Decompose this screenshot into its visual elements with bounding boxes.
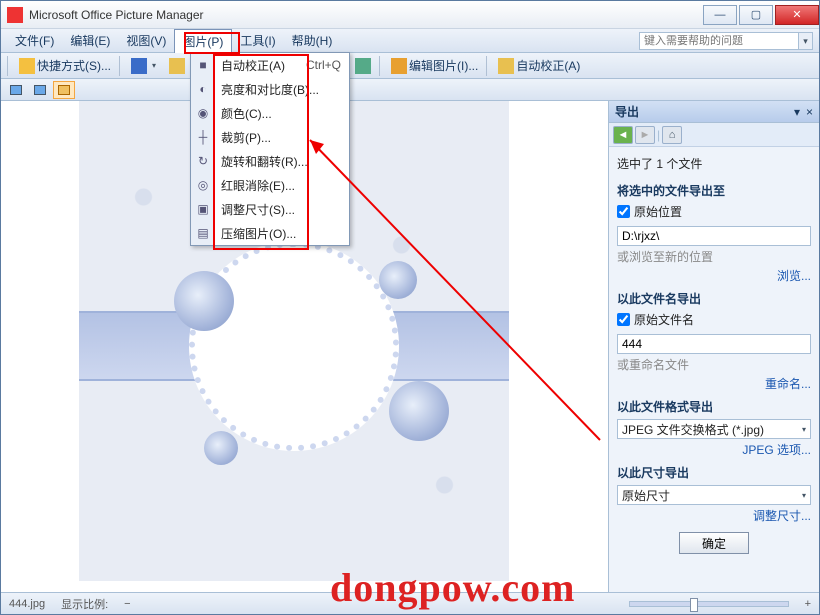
menu-item-icon: ▣ — [191, 197, 215, 221]
shortcut-icon — [19, 58, 35, 74]
view-thumbnail-button[interactable] — [5, 81, 27, 99]
auto-correct-icon — [498, 58, 514, 74]
help-search-dropdown[interactable]: ▾ — [799, 32, 813, 50]
rename-label: 或重命名文件 — [617, 356, 811, 373]
menu-item-icon: ┼ — [191, 125, 215, 149]
rotate-right-icon — [355, 58, 371, 74]
annotation-box-dropdown — [213, 54, 309, 250]
ok-button[interactable]: 确定 — [679, 532, 749, 554]
format-sec-label: 以此文件格式导出 — [617, 398, 811, 415]
toolbar: 快捷方式(S)... ▾ %▾ 编辑图片(I)... 自动校正(A) — [1, 53, 819, 79]
save-icon — [131, 58, 147, 74]
panel-nav: ◄ ► | ⌂ — [609, 123, 819, 147]
app-icon — [7, 7, 23, 23]
edit-picture-icon — [391, 58, 407, 74]
close-button[interactable]: ✕ — [775, 5, 819, 25]
menu-item-icon: ◐ — [191, 77, 215, 101]
auto-correct-button[interactable]: 自动校正(A) — [494, 56, 584, 76]
browse-new-label: 或浏览至新的位置 — [617, 248, 811, 265]
menu-edit[interactable]: 编辑(E) — [62, 29, 118, 52]
help-search[interactable]: ▾ — [639, 32, 813, 50]
menu-item-icon: ◉ — [191, 101, 215, 125]
help-search-input[interactable] — [639, 32, 799, 50]
save-button[interactable]: ▾ — [127, 56, 163, 76]
size-value: 原始尺寸 — [622, 487, 670, 504]
orig-location-checkbox[interactable]: 原始位置 — [617, 203, 811, 220]
statusbar: 444.jpg 显示比例: − + — [1, 592, 819, 614]
panel-dropdown[interactable]: ▾ — [794, 105, 800, 119]
menu-help[interactable]: 帮助(H) — [284, 29, 341, 52]
filename-sec-label: 以此文件名导出 — [617, 290, 811, 307]
menu-file[interactable]: 文件(F) — [7, 29, 62, 52]
mail-icon — [169, 58, 185, 74]
zoom-slider[interactable] — [629, 601, 789, 607]
rename-link[interactable]: 重命名... — [617, 375, 811, 392]
path-input[interactable] — [617, 226, 811, 246]
annotation-arrow — [300, 130, 610, 450]
view-filmstrip-button[interactable] — [29, 81, 51, 99]
menu-item-icon: ◎ — [191, 173, 215, 197]
zoom-in-button[interactable]: + — [805, 598, 811, 610]
size-select[interactable]: 原始尺寸▾ — [617, 485, 811, 505]
zoom-out-button[interactable]: − — [124, 598, 130, 610]
filename-input[interactable] — [617, 334, 811, 354]
orig-location-label: 原始位置 — [634, 203, 682, 220]
export-panel: 导出 ▾ × ◄ ► | ⌂ 选中了 1 个文件 将选中的文件导出至 原始位置 … — [609, 101, 819, 592]
annotation-box-menu — [184, 32, 240, 54]
edit-picture-button[interactable]: 编辑图片(I)... — [387, 56, 482, 76]
edit-picture-label: 编辑图片(I)... — [409, 57, 478, 74]
status-filename: 444.jpg — [9, 598, 45, 610]
format-select[interactable]: JPEG 文件交换格式 (*.jpg)▾ — [617, 419, 811, 439]
nav-home-button[interactable]: ⌂ — [662, 126, 682, 144]
shortcut-button[interactable]: 快捷方式(S)... — [15, 56, 115, 76]
titlebar: Microsoft Office Picture Manager — ▢ ✕ — [1, 1, 819, 29]
selection-info: 选中了 1 个文件 — [617, 155, 811, 172]
menu-tools[interactable]: 工具(I) — [232, 29, 283, 52]
auto-correct-label: 自动校正(A) — [516, 57, 580, 74]
orig-filename-label: 原始文件名 — [634, 311, 694, 328]
view-single-button[interactable] — [53, 81, 75, 99]
menu-item-icon: ▤ — [191, 221, 215, 245]
browse-link[interactable]: 浏览... — [617, 267, 811, 284]
menu-item-icon: ■ — [191, 53, 215, 77]
nav-back-button[interactable]: ◄ — [613, 126, 633, 144]
status-zoom-label: 显示比例: — [61, 596, 108, 612]
viewbar — [1, 79, 819, 101]
minimize-button[interactable]: — — [703, 5, 737, 25]
maximize-button[interactable]: ▢ — [739, 5, 773, 25]
menubar: 文件(F) 编辑(E) 视图(V) 图片(P) 工具(I) 帮助(H) ▾ — [1, 29, 819, 53]
single-icon — [58, 85, 70, 95]
resize-link[interactable]: 调整尺寸... — [617, 507, 811, 524]
thumbnail-icon — [10, 85, 22, 95]
orig-filename-checkbox[interactable]: 原始文件名 — [617, 311, 811, 328]
menu-item-icon: ↻ — [191, 149, 215, 173]
zoom-thumb[interactable] — [690, 598, 698, 612]
size-sec-label: 以此尺寸导出 — [617, 464, 811, 481]
format-value: JPEG 文件交换格式 (*.jpg) — [622, 421, 764, 438]
menu-view[interactable]: 视图(V) — [118, 29, 174, 52]
mail-button[interactable] — [165, 56, 189, 76]
shortcut-label: 快捷方式(S)... — [37, 57, 111, 74]
menu-item-shortcut: Ctrl+Q — [306, 58, 349, 72]
filmstrip-icon — [34, 85, 46, 95]
panel-close[interactable]: × — [806, 105, 813, 119]
jpeg-options-link[interactable]: JPEG 选项... — [617, 441, 811, 458]
nav-forward-button[interactable]: ► — [635, 126, 655, 144]
panel-title: 导出 — [615, 103, 639, 120]
rotate-right-button[interactable] — [351, 56, 375, 76]
panel-header: 导出 ▾ × — [609, 101, 819, 123]
window-title: Microsoft Office Picture Manager — [29, 8, 701, 22]
export-to-label: 将选中的文件导出至 — [617, 182, 811, 199]
